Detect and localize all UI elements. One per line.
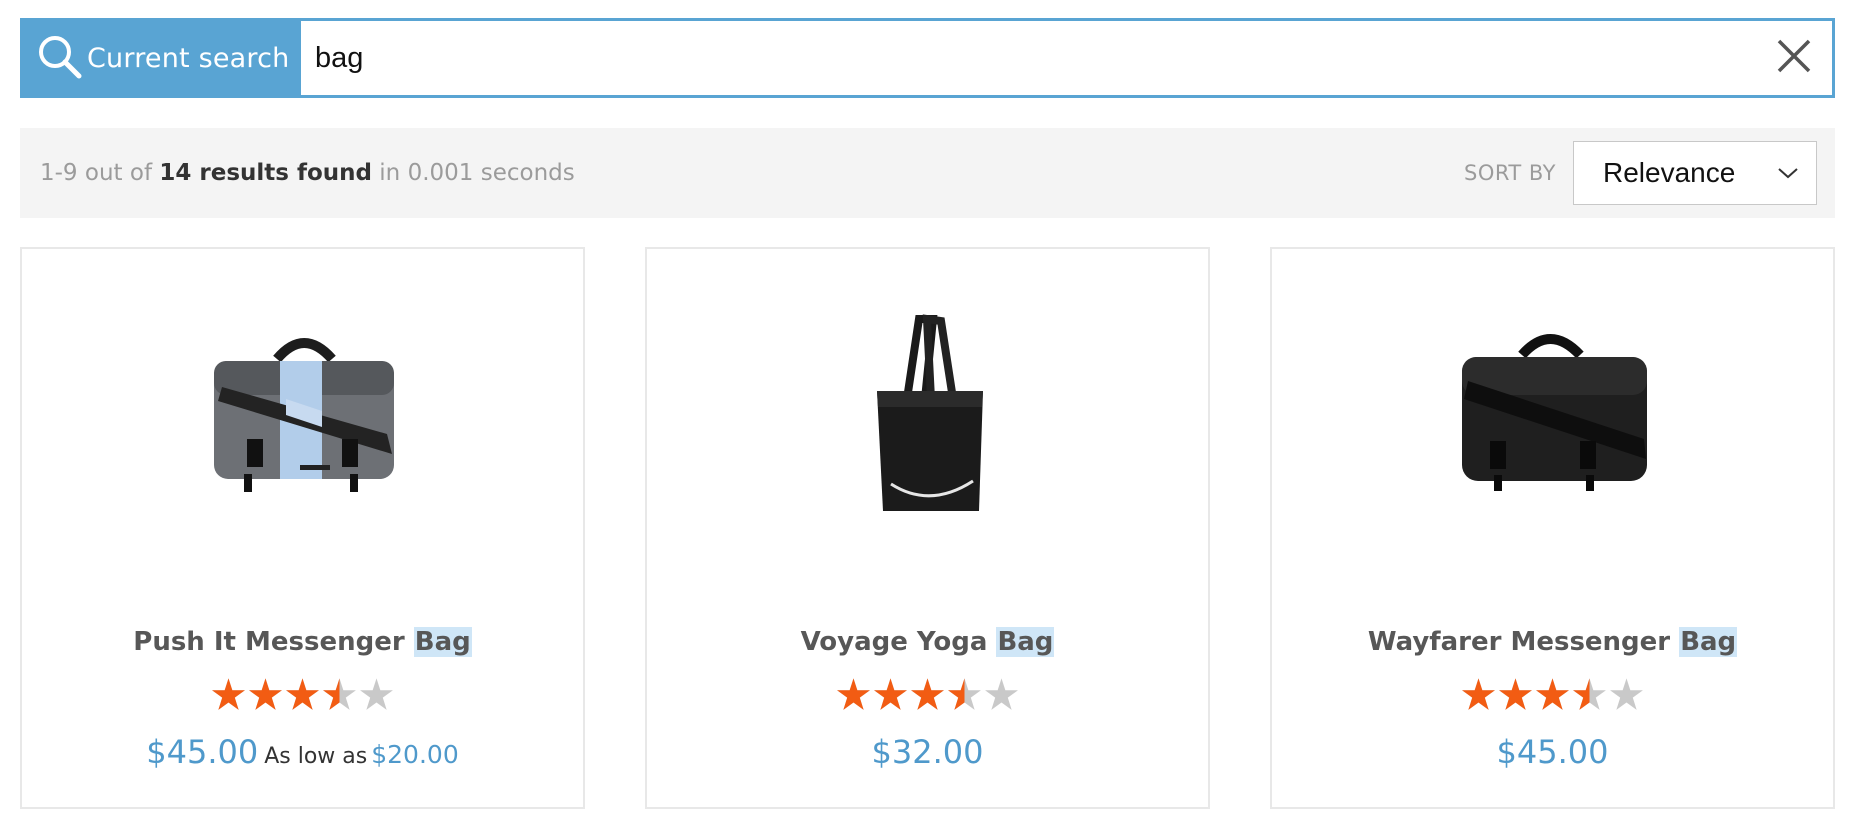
star-icon [985,678,1018,710]
star-icon [323,678,356,710]
star-icon [874,678,907,710]
star-icon [1610,678,1643,710]
magnifier-icon [35,32,87,84]
star-icon [286,678,319,710]
search-term-highlight: Bag [413,627,472,657]
result-range: 1-9 [40,160,78,186]
result-count: 14 results found [159,160,372,186]
product-rating [647,677,1208,712]
star-icon [360,678,393,710]
sort-select[interactable]: Relevance [1573,141,1817,205]
star-icon [1573,678,1606,710]
product-card[interactable]: Wayfarer Messenger Bag $45.00 [1270,247,1835,809]
sort-by-label: SORT BY [1463,161,1556,185]
product-image[interactable] [807,289,1052,529]
price-line: $45.00 As low as $20.00 [22,733,583,771]
star-icon [212,678,245,710]
star-icon [1536,678,1569,710]
search-input[interactable] [301,21,1756,95]
product-name[interactable]: Push It Messenger Bag [22,627,583,657]
product-price: $45.00 [146,733,259,771]
product-name[interactable]: Wayfarer Messenger Bag [1272,627,1833,657]
results-toolbar: 1-9 out of 14 results found in 0.001 sec… [20,128,1835,218]
product-name[interactable]: Voyage Yoga Bag [647,627,1208,657]
product-rating [1272,677,1833,712]
star-icon [911,678,944,710]
result-summary: 1-9 out of 14 results found in 0.001 sec… [40,160,575,186]
product-card[interactable]: Voyage Yoga Bag $32.00 [645,247,1210,809]
sort-selected-value: Relevance [1603,157,1736,188]
price-line: $32.00 [647,733,1208,771]
as-low-as-price: $20.00 [371,740,459,769]
result-out-of: out of [84,160,153,186]
product-image[interactable] [182,289,427,529]
product-grid: Push It Messenger Bag $45.00 As low as $20… [20,247,1835,810]
clear-search-button[interactable] [1756,21,1832,95]
product-image[interactable] [1432,289,1677,529]
current-search-text: Current search [87,42,290,74]
product-name-text: Push It Messenger [133,627,414,657]
as-low-as-label: As low as [264,744,368,769]
search-term-highlight: Bag [1679,627,1738,657]
chevron-down-icon [1777,166,1816,180]
close-icon [1774,36,1814,80]
product-rating [22,677,583,712]
product-name-text: Wayfarer Messenger [1367,627,1680,657]
star-icon [1499,678,1532,710]
star-icon [948,678,981,710]
star-icon [837,678,870,710]
product-card[interactable]: Push It Messenger Bag $45.00 As low as $20… [20,247,585,809]
search-bar: Current search [20,18,1835,98]
sort-area: SORT BY Relevance [1464,141,1835,205]
product-name-text: Voyage Yoga [800,627,997,657]
result-time: in 0.001 seconds [379,160,575,186]
current-search-label: Current search [23,21,301,95]
product-price: $32.00 [871,733,984,771]
star-icon [249,678,282,710]
star-icon [1462,678,1495,710]
price-line: $45.00 [1272,733,1833,771]
search-term-highlight: Bag [996,627,1055,657]
product-price: $45.00 [1496,733,1609,771]
